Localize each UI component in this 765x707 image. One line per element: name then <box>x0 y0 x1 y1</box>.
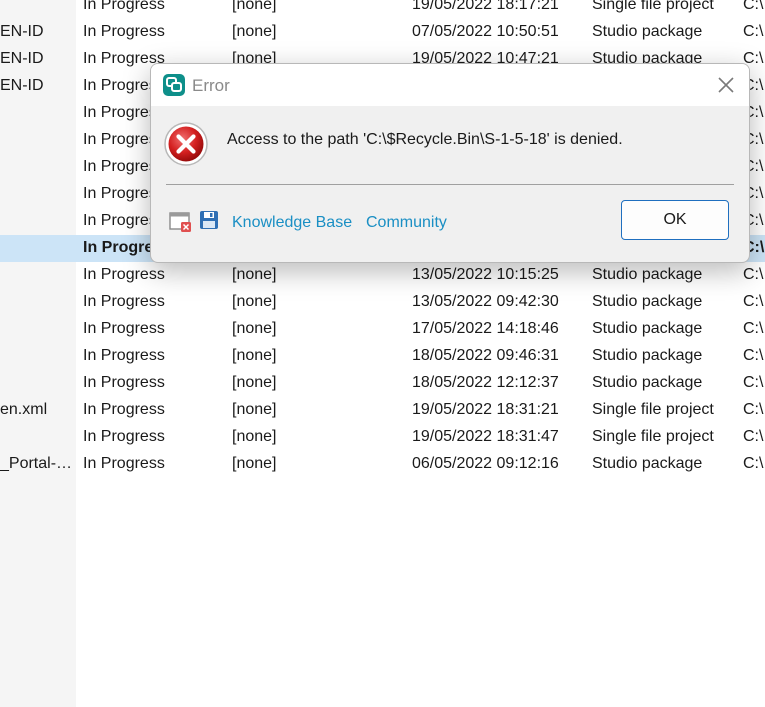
table-row[interactable]: EN-ID In Progress [none] 07/05/2022 10:50:5… <box>0 19 765 46</box>
table-row[interactable]: In Progress [none] 19/05/2022 18:17:21 Sing… <box>0 0 765 19</box>
close-icon <box>718 77 734 93</box>
type-cell: Studio package <box>592 320 703 337</box>
status-cell: In Progress <box>83 320 165 337</box>
project-name-cell: EN-ID <box>0 77 44 94</box>
assignee-cell: [none] <box>232 320 277 337</box>
error-message: Access to the path 'C:\$Recycle.Bin\S-1-… <box>227 131 623 148</box>
knowledge-base-link[interactable]: Knowledge Base <box>232 214 352 232</box>
date-cell: 18/05/2022 12:12:37 <box>412 374 559 391</box>
close-button[interactable] <box>713 72 739 98</box>
assignee-cell: [none] <box>232 455 277 472</box>
assignee-cell: [none] <box>232 347 277 364</box>
error-icon <box>164 122 208 166</box>
project-name-cell: en.xml <box>0 401 48 418</box>
date-cell: 19/05/2022 18:17:21 <box>412 0 559 13</box>
status-cell: In Progress <box>83 0 165 13</box>
assignee-cell: [none] <box>232 266 277 283</box>
type-cell: Studio package <box>592 266 703 283</box>
assignee-cell: [none] <box>232 428 277 445</box>
date-cell: 13/05/2022 10:15:25 <box>412 266 559 283</box>
type-cell: Studio package <box>592 347 703 364</box>
table-row[interactable]: en.xml In Progress [none] 19/05/2022 18:31:… <box>0 397 765 424</box>
date-cell: 06/05/2022 09:12:16 <box>412 455 559 472</box>
assignee-cell: [none] <box>232 0 277 13</box>
date-cell: 18/05/2022 09:46:31 <box>412 347 559 364</box>
path-cell: C:\ <box>743 0 764 13</box>
project-name-cell: _Portal-E... <box>0 455 74 472</box>
project-name-cell: EN-ID <box>0 50 44 67</box>
status-cell: In Progress <box>83 293 165 310</box>
table-row[interactable]: In Progress [none] 13/05/2022 10:15:25 Stud… <box>0 262 765 289</box>
assignee-cell: [none] <box>232 23 277 40</box>
assignee-cell: [none] <box>232 293 277 310</box>
assignee-cell: [none] <box>232 374 277 391</box>
status-cell: In Progress <box>83 347 165 364</box>
table-row[interactable]: In Progress [none] 13/05/2022 09:42:30 Stud… <box>0 289 765 316</box>
date-cell: 17/05/2022 14:18:46 <box>412 320 559 337</box>
type-cell: Studio package <box>592 374 703 391</box>
status-cell: In Progress <box>83 428 165 445</box>
status-cell: In Progress <box>83 455 165 472</box>
table-row[interactable]: In Progress [none] 18/05/2022 12:12:37 Stud… <box>0 370 765 397</box>
date-cell: 13/05/2022 09:42:30 <box>412 293 559 310</box>
path-cell: C:\ <box>743 455 764 472</box>
date-cell: 07/05/2022 10:50:51 <box>412 23 559 40</box>
status-cell: In Progress <box>83 266 165 283</box>
path-cell: C:\ <box>743 266 764 283</box>
table-row[interactable]: In Progress [none] 19/05/2022 18:31:47 Sing… <box>0 424 765 451</box>
status-cell: In Progress <box>83 401 165 418</box>
assignee-cell: [none] <box>232 401 277 418</box>
date-cell: 19/05/2022 18:31:47 <box>412 428 559 445</box>
type-cell: Single file project <box>592 401 714 418</box>
studio-app-icon <box>163 74 185 96</box>
type-cell: Single file project <box>592 428 714 445</box>
path-cell: C:\ <box>743 401 764 418</box>
dialog-separator <box>166 184 734 185</box>
path-cell: C:\ <box>743 293 764 310</box>
type-cell: Studio package <box>592 23 703 40</box>
save-icon[interactable] <box>199 210 219 230</box>
table-row[interactable]: In Progress [none] 17/05/2022 14:18:46 Stud… <box>0 316 765 343</box>
type-cell: Single file project <box>592 0 714 13</box>
path-cell: C:\ <box>743 320 764 337</box>
project-name-cell: EN-ID <box>0 23 44 40</box>
path-cell: C:\ <box>743 347 764 364</box>
community-link[interactable]: Community <box>366 214 447 232</box>
path-cell: C:\ <box>743 23 764 40</box>
table-row[interactable]: _Portal-E... In Progress [none] 06/05/2022 … <box>0 451 765 478</box>
window-error-icon[interactable] <box>169 211 193 233</box>
status-cell: In Progress <box>83 374 165 391</box>
type-cell: Studio package <box>592 293 703 310</box>
dialog-titlebar: Error <box>151 64 749 106</box>
type-cell: Studio package <box>592 455 703 472</box>
table-row[interactable]: In Progress [none] 18/05/2022 09:46:31 Stud… <box>0 343 765 370</box>
path-cell: C:\ <box>743 428 764 445</box>
date-cell: 19/05/2022 18:31:21 <box>412 401 559 418</box>
status-cell: In Progress <box>83 23 165 40</box>
error-dialog: Error Access to the path 'C:\$Recycle.Bi… <box>150 63 750 263</box>
ok-button[interactable]: OK <box>621 200 729 240</box>
dialog-title: Error <box>192 76 230 95</box>
path-cell: C:\ <box>743 374 764 391</box>
